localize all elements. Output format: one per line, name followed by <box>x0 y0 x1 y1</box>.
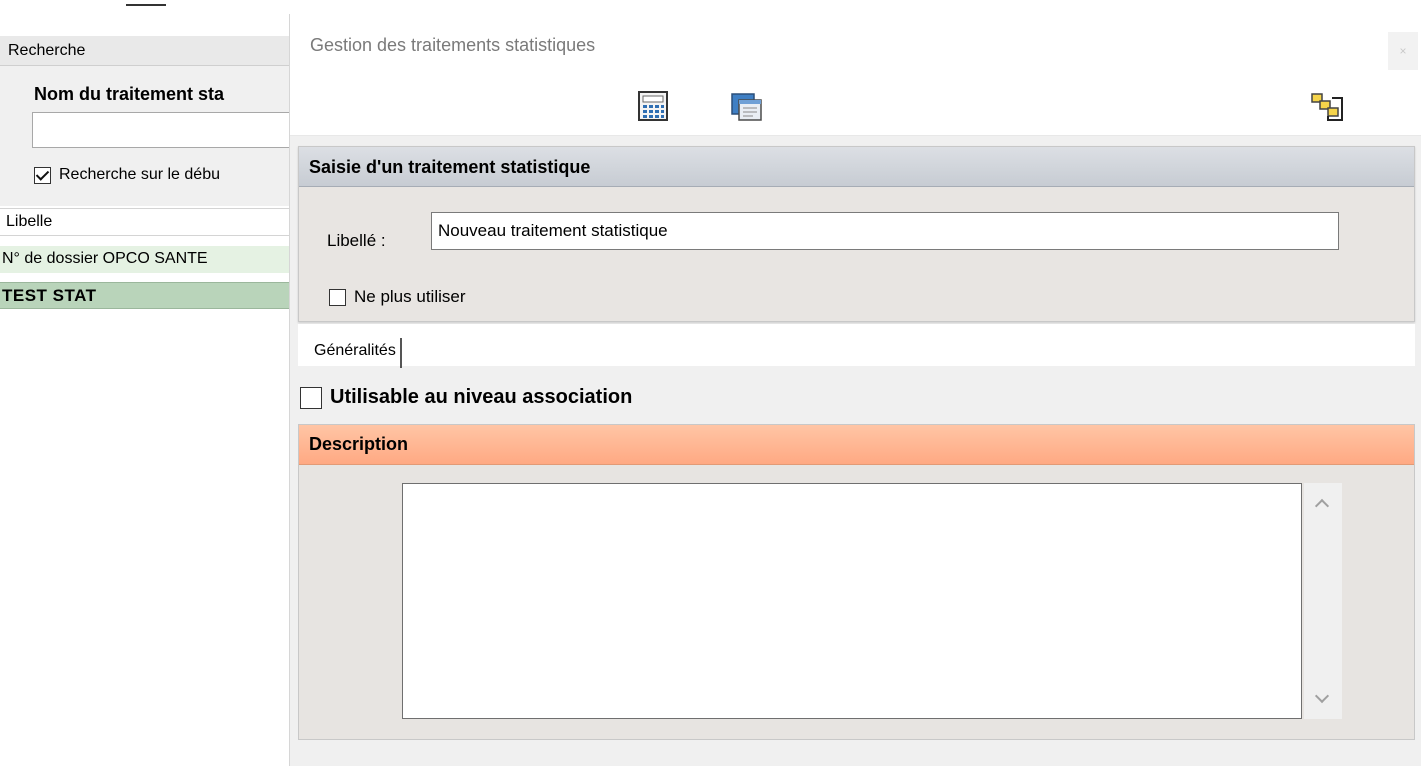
description-textarea[interactable] <box>402 483 1302 719</box>
association-label: Utilisable au niveau association <box>330 386 633 408</box>
checkbox-unchecked-icon[interactable] <box>329 288 346 306</box>
description-title: Description <box>299 425 1414 465</box>
dialog-title-bar: Gestion des traitements statistiques × <box>290 14 1421 78</box>
grid-column-header-libelle[interactable]: Libelle <box>0 208 290 236</box>
search-panel: Recherche Nom du traitement sta Recherch… <box>0 0 290 766</box>
window-icon[interactable] <box>728 90 764 124</box>
dialog-title: Gestion des traitements statistiques <box>310 35 596 55</box>
scroll-down-icon[interactable] <box>1314 688 1330 704</box>
search-prefix-checkbox[interactable]: Recherche sur le débu <box>34 166 220 184</box>
close-button[interactable]: × <box>1388 32 1418 70</box>
statistics-dialog: Gestion des traitements statistiques × S… <box>289 14 1421 766</box>
ne-plus-utiliser-label: Ne plus utiliser <box>354 287 466 306</box>
tab-strip: Généralités <box>298 324 1415 368</box>
description-section: Description <box>298 424 1415 740</box>
name-search-label: Nom du traitement sta <box>34 84 225 104</box>
search-panel-header: Recherche <box>0 36 290 66</box>
checkbox-unchecked-icon[interactable] <box>300 386 322 409</box>
entry-section: Saisie d'un traitement statistique Libel… <box>298 146 1415 322</box>
table-row-selected[interactable]: TEST STAT <box>0 282 290 309</box>
dialog-toolbar <box>290 78 1421 136</box>
association-checkbox[interactable]: Utilisable au niveau association <box>300 386 632 409</box>
entry-section-title: Saisie d'un traitement statistique <box>299 147 1414 187</box>
libelle-label: Libellé : <box>327 231 386 250</box>
structure-icon[interactable] <box>1310 90 1346 124</box>
calculator-icon[interactable] <box>636 90 672 124</box>
ne-plus-utiliser-checkbox[interactable]: Ne plus utiliser <box>329 287 466 307</box>
checkbox-checked-icon[interactable] <box>34 166 51 184</box>
description-scrollbar[interactable] <box>1304 483 1342 719</box>
search-prefix-label: Recherche sur le débu <box>59 166 220 183</box>
scroll-up-icon[interactable] <box>1314 498 1330 514</box>
toolbar-fragment <box>126 0 166 6</box>
table-row[interactable]: N° de dossier OPCO SANTE <box>0 246 290 273</box>
libelle-input[interactable]: Nouveau traitement statistique <box>431 212 1339 250</box>
tab-generalites[interactable]: Généralités <box>310 338 402 368</box>
name-search-input[interactable] <box>32 112 290 148</box>
